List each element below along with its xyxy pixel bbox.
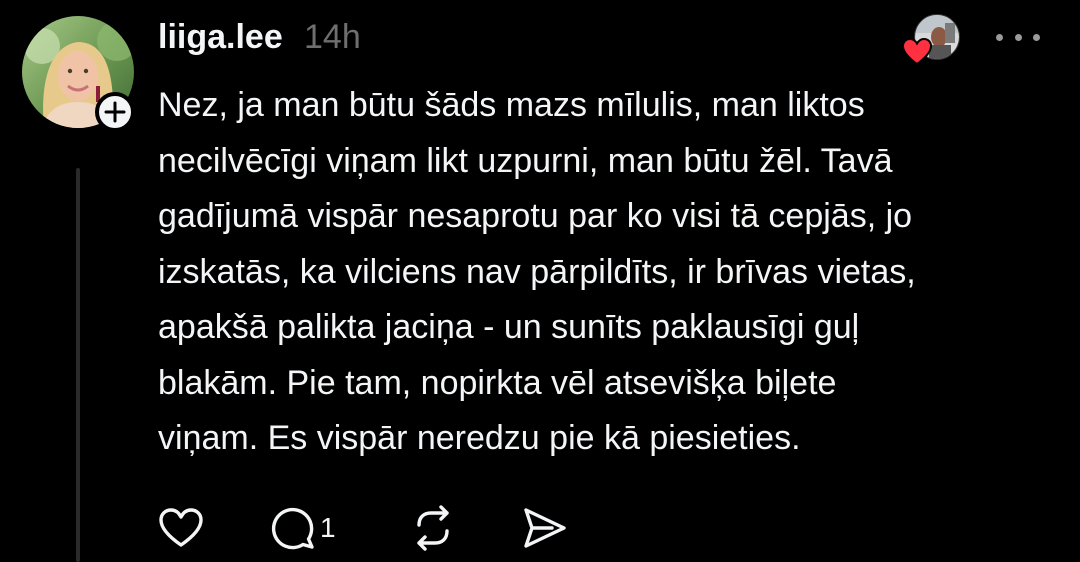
more-dot	[1033, 33, 1040, 41]
share-button[interactable]	[522, 504, 568, 552]
heart-icon	[901, 37, 933, 66]
heart-outline-icon	[159, 508, 203, 547]
plus-icon	[104, 101, 126, 123]
more-dot	[996, 33, 1003, 41]
timestamp: 14h	[304, 18, 361, 56]
username[interactable]: liiga.lee	[158, 17, 283, 57]
reply-count: 1	[320, 512, 336, 543]
comment-icon	[271, 507, 314, 550]
reply-button[interactable]: 1	[270, 504, 336, 552]
repost-button[interactable]	[410, 504, 456, 552]
like-button[interactable]	[158, 504, 204, 552]
more-dot	[1014, 33, 1022, 41]
liked-by-indicator[interactable]	[901, 14, 960, 66]
more-icon[interactable]	[996, 26, 1040, 48]
send-icon	[524, 508, 566, 548]
thread-line	[76, 168, 80, 562]
post-body: Nez, ja man būtu šāds mazs mīlulis, man …	[158, 86, 916, 457]
repost-icon	[417, 505, 449, 551]
follow-button[interactable]	[95, 92, 135, 132]
